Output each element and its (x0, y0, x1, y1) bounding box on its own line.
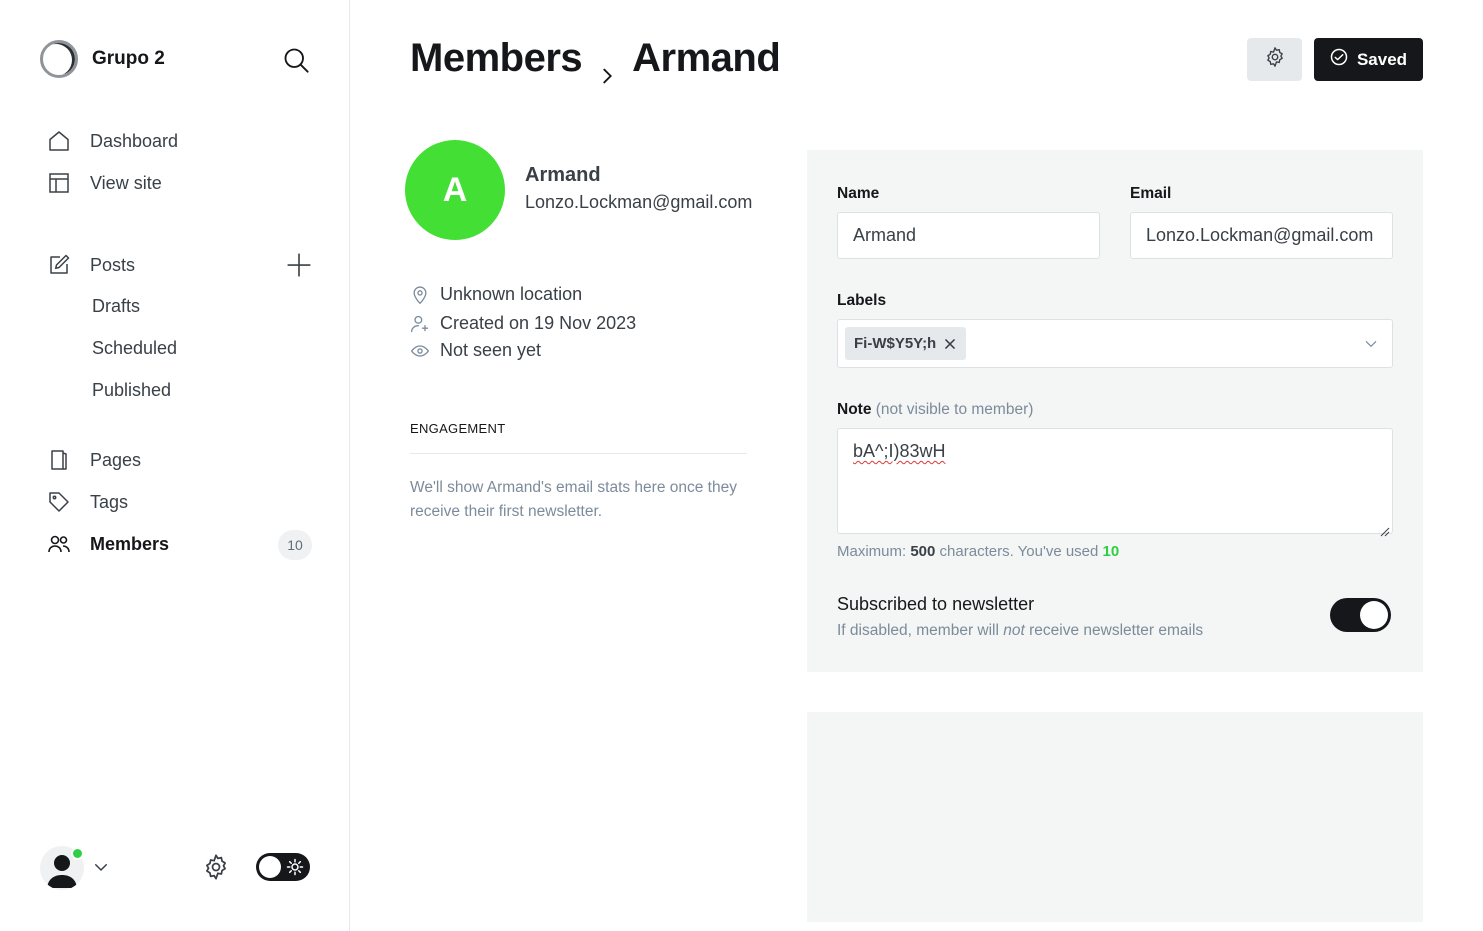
breadcrumb: Members Armand (410, 36, 781, 83)
newsletter-desc-part1: If disabled, member will (837, 622, 999, 639)
members-icon (46, 531, 72, 557)
secondary-card (807, 712, 1423, 922)
plus-icon[interactable] (286, 252, 312, 278)
counter-max: 500 (910, 543, 936, 560)
site-brand[interactable]: Grupo 2 (40, 40, 165, 78)
note-label-text: Note (837, 401, 872, 418)
sidebar-item-label: View site (90, 172, 162, 193)
label-chip[interactable]: Fi-W$Y5Y;h (845, 327, 967, 360)
page-title: Armand (632, 36, 781, 80)
sidebar-item-drafts[interactable]: Drafts (92, 296, 140, 317)
home-icon (46, 128, 72, 154)
chevron-down-icon[interactable] (92, 858, 110, 876)
member-name: Armand (525, 164, 601, 186)
member-email: Lonzo.Lockman@gmail.com (525, 192, 753, 212)
location-text: Unknown location (440, 284, 583, 304)
saved-button[interactable]: Saved (1314, 38, 1423, 81)
sidebar-item-label: Posts (90, 254, 136, 275)
newsletter-desc-part2: receive newsletter emails (1029, 622, 1204, 639)
labels-label: Labels (837, 292, 887, 309)
chevron-down-icon (1364, 337, 1378, 351)
last-seen-text: Not seen yet (440, 340, 542, 360)
site-name: Grupo 2 (92, 48, 165, 69)
sun-icon (286, 858, 304, 876)
sidebar-item-dashboard[interactable]: Dashboard (46, 128, 178, 154)
divider (410, 453, 747, 454)
saved-label: Saved (1356, 49, 1408, 69)
counter-mid: characters. You've used (939, 543, 1099, 560)
sidebar-item-published[interactable]: Published (92, 380, 171, 401)
sidebar-item-label: Tags (90, 491, 129, 512)
newsletter-toggle[interactable] (1330, 598, 1391, 632)
members-count-badge: 10 (278, 530, 312, 560)
sidebar-item-view-site[interactable]: View site (46, 170, 162, 196)
page-icon (46, 447, 72, 473)
name-label: Name (837, 185, 880, 202)
member-settings-button[interactable] (1247, 38, 1302, 81)
sidebar: Grupo 2 Dashboard View site Posts Drafts… (0, 0, 350, 931)
theme-toggle[interactable] (256, 853, 310, 881)
online-status-dot (71, 847, 84, 860)
close-icon[interactable] (943, 337, 957, 351)
sidebar-item-posts[interactable]: Posts (46, 252, 135, 278)
note-value: bA^;I)83wH (853, 441, 946, 461)
sidebar-item-label: Dashboard (90, 130, 179, 151)
member-last-seen: Not seen yet (410, 340, 541, 361)
user-add-icon (410, 314, 430, 334)
location-icon (410, 285, 430, 305)
member-created: Created on 19 Nov 2023 (410, 313, 636, 334)
eye-icon (410, 341, 430, 361)
sidebar-item-label: Members (90, 533, 170, 554)
sidebar-item-members[interactable]: Members (46, 531, 169, 557)
resize-handle[interactable] (1380, 521, 1390, 537)
layout-icon (46, 170, 72, 196)
gear-icon[interactable] (202, 853, 230, 881)
engagement-empty-text: We'll show Armand's email stats here onc… (410, 479, 737, 520)
note-character-counter: Maximum: 500 characters. You've used 10 (837, 543, 1119, 560)
email-field[interactable]: Lonzo.Lockman@gmail.com (1130, 212, 1393, 259)
note-label: Note (not visible to member) (837, 401, 1033, 419)
note-hint: (not visible to member) (875, 401, 1034, 418)
sidebar-item-label: Pages (90, 449, 142, 470)
member-location: Unknown location (410, 284, 582, 305)
sidebar-item-tags[interactable]: Tags (46, 489, 128, 515)
edit-icon (46, 252, 72, 278)
toggle-knob (259, 856, 281, 878)
sidebar-item-pages[interactable]: Pages (46, 447, 141, 473)
engagement-heading: ENGAGEMENT (410, 421, 506, 436)
counter-used: 10 (1102, 543, 1120, 560)
created-text: Created on 19 Nov 2023 (440, 313, 637, 333)
newsletter-desc-emphasis: not (1003, 622, 1025, 639)
toggle-knob (1360, 601, 1388, 629)
breadcrumb-members-link[interactable]: Members (410, 36, 583, 81)
tag-icon (46, 489, 72, 515)
label-chip-text: Fi-W$Y5Y;h (854, 335, 937, 352)
counter-prefix: Maximum: (837, 543, 907, 560)
site-logo (40, 40, 78, 78)
note-textarea[interactable]: bA^;I)83wH (837, 428, 1393, 537)
email-label: Email (1130, 185, 1172, 202)
newsletter-description: If disabled, member will not receive new… (837, 622, 1203, 640)
chevron-right-icon (596, 52, 618, 83)
member-avatar: A (405, 140, 505, 240)
gear-icon (1264, 46, 1286, 73)
search-icon[interactable] (282, 46, 310, 74)
check-circle-icon (1330, 48, 1357, 71)
name-field[interactable]: Armand (837, 212, 1100, 259)
sidebar-item-scheduled[interactable]: Scheduled (92, 338, 177, 359)
labels-select[interactable]: Fi-W$Y5Y;h (837, 319, 1393, 368)
newsletter-title: Subscribed to newsletter (837, 594, 1035, 614)
